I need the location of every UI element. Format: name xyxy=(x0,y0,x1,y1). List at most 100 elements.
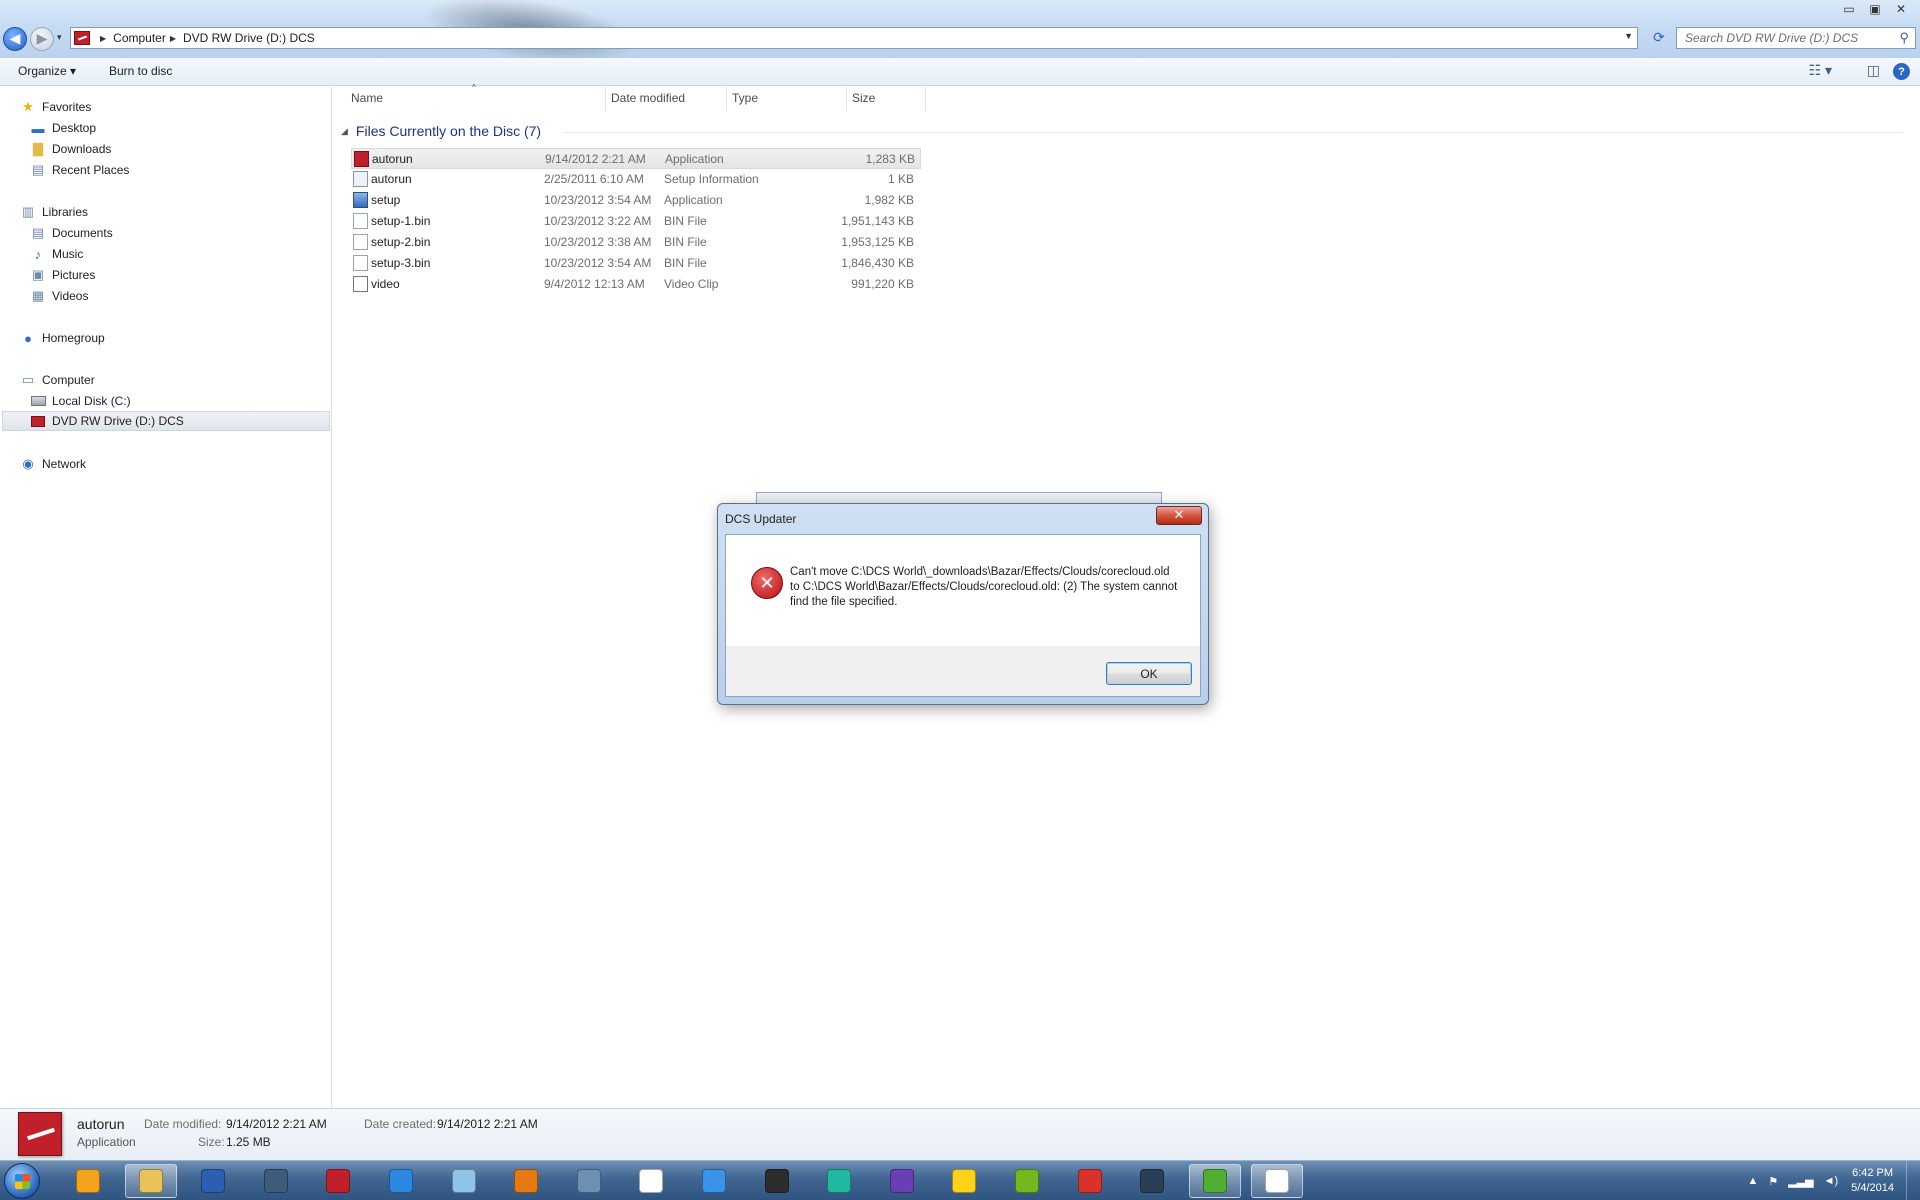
taskbar-app-button[interactable] xyxy=(813,1164,865,1198)
taskbar-app-button[interactable] xyxy=(1188,1164,1241,1198)
videos-icon: ▦ xyxy=(31,288,45,303)
nav-libraries[interactable]: ▥ Libraries xyxy=(20,202,88,222)
nav-desktop[interactable]: ▬ Desktop xyxy=(30,118,97,138)
nav-label: Computer xyxy=(42,373,95,387)
start-button[interactable] xyxy=(4,1163,40,1199)
file-row[interactable]: autorun 9/14/2012 2:21 AM Application 1,… xyxy=(351,148,921,169)
taskbar-app-button[interactable] xyxy=(187,1164,239,1198)
nav-homegroup[interactable]: ● Homegroup xyxy=(20,328,105,348)
column-divider[interactable] xyxy=(925,87,926,111)
breadcrumb-computer[interactable]: Computer xyxy=(113,31,166,45)
taskbar-app-button[interactable] xyxy=(375,1164,427,1198)
dialog-close-button[interactable]: ✕ xyxy=(1156,506,1202,525)
nav-label: Documents xyxy=(52,226,113,240)
file-row[interactable]: setup 10/23/2012 3:54 AM Application 1,9… xyxy=(351,190,921,211)
date-created-value: 9/14/2012 2:21 AM xyxy=(437,1117,538,1131)
file-row[interactable]: autorun 2/25/2011 6:10 AM Setup Informat… xyxy=(351,169,921,190)
close-window-button[interactable]: ✕ xyxy=(1888,0,1914,18)
search-input[interactable]: Search DVD RW Drive (D:) DCS ⚲ xyxy=(1676,27,1916,49)
taskbar-app-button[interactable] xyxy=(250,1164,302,1198)
nav-pictures[interactable]: ▣ Pictures xyxy=(30,265,96,285)
nav-favorites[interactable]: ★ Favorites xyxy=(20,97,91,117)
help-icon[interactable]: ? xyxy=(1893,63,1910,80)
media-center-icon xyxy=(263,1169,288,1193)
file-size: 1 KB xyxy=(887,172,914,186)
taskbar-app-button[interactable] xyxy=(62,1164,114,1198)
maximize-button[interactable]: ▣ xyxy=(1862,0,1888,18)
taskbar-app-button[interactable] xyxy=(688,1164,740,1198)
file-size: 1,982 KB xyxy=(864,193,914,207)
column-divider[interactable] xyxy=(726,87,727,111)
column-divider[interactable] xyxy=(605,87,606,111)
column-header-date[interactable]: Date modified xyxy=(611,91,685,105)
robot-app-icon xyxy=(827,1169,852,1193)
show-hidden-icons-icon[interactable]: ▲ xyxy=(1747,1175,1758,1187)
recent-pages-button[interactable]: ▾ xyxy=(57,33,62,43)
nav-downloads[interactable]: ▇ Downloads xyxy=(30,139,111,159)
collapse-triangle-icon[interactable]: ◢ xyxy=(341,126,348,137)
nav-network[interactable]: ◉ Network xyxy=(20,454,86,474)
group-title: Files Currently on the Disc (7) xyxy=(355,123,542,139)
nav-dvd-drive[interactable]: DVD RW Drive (D:) DCS xyxy=(2,411,330,431)
taskbar-app-button[interactable] xyxy=(563,1164,615,1198)
column-header-name[interactable]: Name xyxy=(351,91,383,105)
organize-button[interactable]: Organize ▾ xyxy=(18,64,76,78)
column-divider[interactable] xyxy=(846,87,847,111)
column-header-size[interactable]: Size xyxy=(852,91,875,105)
taskbar-app-button[interactable] xyxy=(938,1164,990,1198)
minimize-button[interactable]: ▭ xyxy=(1836,0,1862,18)
burn-to-disc-button[interactable]: Burn to disc xyxy=(109,64,172,78)
address-dropdown-icon[interactable]: ▼ xyxy=(1624,31,1633,41)
crumb-separator-icon[interactable]: ▶ xyxy=(100,34,106,43)
taskbar-app-button[interactable] xyxy=(1126,1164,1178,1198)
taskbar-app-button[interactable] xyxy=(438,1164,490,1198)
date-modified-label: Date modified: xyxy=(144,1117,222,1131)
address-bar[interactable]: ▶ Computer ▶ DVD RW Drive (D:) DCS ▼ xyxy=(70,27,1638,49)
column-header-type[interactable]: Type xyxy=(732,91,758,105)
date-created-label: Date created: xyxy=(364,1117,437,1131)
file-row[interactable]: setup-2.bin 10/23/2012 3:38 AM BIN File … xyxy=(351,232,921,253)
back-button[interactable]: ◀ xyxy=(3,27,27,51)
clock-date: 5/4/2014 xyxy=(1851,1182,1894,1194)
network-icon: ◉ xyxy=(22,456,34,471)
taskbar-app-button[interactable] xyxy=(751,1164,803,1198)
ccleaner-icon xyxy=(1077,1169,1102,1193)
forward-button[interactable]: ▶ xyxy=(30,27,54,51)
nav-music[interactable]: ♪ Music xyxy=(30,244,84,264)
taskbar-app-button[interactable] xyxy=(1064,1164,1116,1198)
orb-app-icon xyxy=(952,1169,977,1193)
group-header[interactable]: ◢ Files Currently on the Disc (7) xyxy=(341,123,541,139)
volume-icon[interactable]: ◄) xyxy=(1824,1175,1839,1187)
taskbar-app-button[interactable] xyxy=(876,1164,928,1198)
file-date: 9/14/2012 2:21 AM xyxy=(545,152,646,166)
nav-videos[interactable]: ▦ Videos xyxy=(30,286,89,306)
file-row[interactable]: video 9/4/2012 12:13 AM Video Clip 991,2… xyxy=(351,274,921,295)
search-icon[interactable]: ⚲ xyxy=(1899,30,1909,46)
details-pane: autorun Application Date modified: 9/14/… xyxy=(0,1108,1920,1160)
taskbar: ▲ ⚑ ▂▃▅ ◄) 6:42 PM 5/4/2014 xyxy=(0,1160,1920,1200)
nav-documents[interactable]: ▤ Documents xyxy=(30,223,113,243)
taskbar-app-button[interactable] xyxy=(1251,1164,1304,1198)
change-view-icon[interactable]: ☷ ▾ xyxy=(1809,62,1832,79)
taskbar-app-button[interactable] xyxy=(312,1164,364,1198)
ok-button[interactable]: OK xyxy=(1106,662,1192,685)
clock[interactable]: 6:42 PM 5/4/2014 xyxy=(1851,1166,1894,1196)
nav-computer[interactable]: ▭ Computer xyxy=(20,370,95,390)
taskbar-app-button[interactable] xyxy=(500,1164,552,1198)
file-name: setup-1.bin xyxy=(371,214,431,228)
nav-recent-places[interactable]: ▤ Recent Places xyxy=(30,160,130,180)
taskbar-app-button[interactable] xyxy=(1001,1164,1053,1198)
breadcrumb-dvd-drive[interactable]: DVD RW Drive (D:) DCS xyxy=(183,31,315,45)
file-row[interactable]: setup-3.bin 10/23/2012 3:54 AM BIN File … xyxy=(351,253,921,274)
nav-local-disk[interactable]: Local Disk (C:) xyxy=(30,391,131,411)
preview-pane-icon[interactable]: ◫ xyxy=(1867,62,1880,79)
blank-file-icon xyxy=(353,213,368,229)
network-signal-icon[interactable]: ▂▃▅ xyxy=(1788,1175,1813,1188)
file-row[interactable]: setup-1.bin 10/23/2012 3:22 AM BIN File … xyxy=(351,211,921,232)
crumb-separator-icon[interactable]: ▶ xyxy=(170,34,176,43)
taskbar-app-button[interactable] xyxy=(124,1164,177,1198)
taskbar-app-button[interactable] xyxy=(625,1164,677,1198)
show-desktop-button[interactable] xyxy=(1906,1161,1920,1200)
refresh-button[interactable]: ⟳ xyxy=(1648,27,1670,49)
action-center-flag-icon[interactable]: ⚑ xyxy=(1768,1175,1778,1188)
